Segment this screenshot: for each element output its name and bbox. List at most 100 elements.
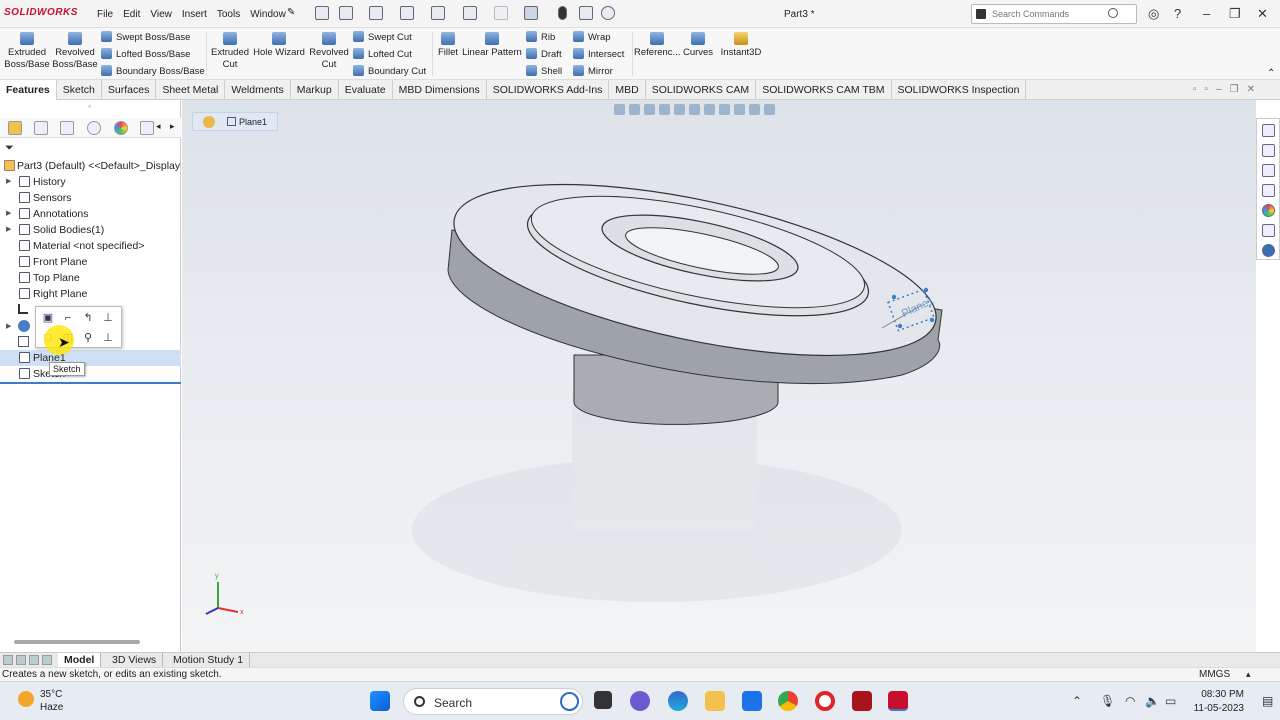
next-tab-icon[interactable] (29, 655, 39, 665)
wrap-button[interactable]: Wrap (573, 31, 611, 43)
rollback-bar[interactable] (0, 382, 181, 384)
tab-markup[interactable]: Markup (291, 80, 339, 100)
search-commands-box[interactable]: Search Commands (971, 4, 1137, 24)
account-icon[interactable]: ◎ (1148, 6, 1159, 22)
hole-wizard-button[interactable]: Hole Wizard (252, 32, 306, 59)
revolve-feature-icon[interactable] (18, 320, 30, 332)
menu-edit[interactable]: Edit (118, 9, 145, 20)
task-view-icon[interactable] (594, 691, 612, 709)
tab-solidworks-cam-tbm[interactable]: SOLIDWORKS CAM TBM (756, 80, 892, 100)
tab-sheet-metal[interactable]: Sheet Metal (156, 80, 226, 100)
swept-cut-button[interactable]: Swept Cut (353, 31, 412, 43)
mirror-button[interactable]: Mirror (573, 65, 613, 77)
lofted-boss-button[interactable]: Lofted Boss/Base (101, 48, 190, 60)
home-icon[interactable] (315, 6, 329, 20)
solidworks-forum-icon[interactable] (1262, 244, 1275, 257)
shell-button[interactable]: Shell (526, 65, 562, 77)
revolved-boss-button[interactable]: Revolved Boss/Base (52, 32, 98, 71)
tree-item-sketch[interactable]: Sketch (0, 366, 181, 382)
teams-chat-icon[interactable] (630, 691, 650, 711)
units-dropdown-icon[interactable]: ▴ (1246, 669, 1251, 680)
print-icon[interactable] (431, 6, 445, 20)
restore-icon[interactable]: ❐ (1229, 6, 1241, 22)
tree-item-plane1[interactable]: Plane1 (0, 350, 181, 366)
revolved-cut-button[interactable]: Revolved Cut (308, 32, 350, 71)
tree-horizontal-scrollbar[interactable] (14, 640, 140, 644)
property-manager-tab-icon[interactable] (34, 121, 48, 135)
swept-boss-button[interactable]: Swept Boss/Base (101, 31, 190, 43)
design-library-icon[interactable] (1262, 144, 1275, 157)
expand-arrow-icon[interactable]: ▶ (6, 209, 11, 217)
appearances-icon[interactable] (1262, 204, 1275, 217)
tree-item-right-plane[interactable]: Right Plane (0, 286, 181, 302)
opera-icon[interactable] (815, 691, 835, 711)
undo-icon[interactable] (463, 6, 477, 20)
file-properties-icon[interactable] (579, 6, 593, 20)
extruded-boss-button[interactable]: Extruded Boss/Base (4, 32, 50, 71)
microphone-icon[interactable]: 🎙 (1100, 694, 1115, 708)
first-tab-icon[interactable] (3, 655, 13, 665)
curves-button[interactable]: Curves (682, 32, 714, 59)
dimension-icon[interactable]: ⌐ (61, 311, 75, 325)
menu-window[interactable]: Window (245, 9, 291, 20)
new-document-icon[interactable] (339, 6, 353, 20)
close-icon[interactable]: ✕ (1257, 6, 1268, 22)
menu-view[interactable]: View (145, 9, 177, 20)
boundary-boss-button[interactable]: Boundary Boss/Base (101, 65, 205, 77)
custom-properties-icon[interactable] (1262, 224, 1275, 237)
sketch-feature-icon[interactable] (18, 336, 29, 347)
reference-geometry-button[interactable]: Referenc... (634, 32, 680, 59)
instant3d-button[interactable]: Instant3D (718, 32, 764, 59)
feature-manager-tab-icon[interactable] (8, 121, 22, 135)
tree-item-history[interactable]: ▶ History (0, 174, 181, 190)
view-palette-icon[interactable] (1262, 184, 1275, 197)
file-explorer-taskbar-icon[interactable] (705, 691, 725, 711)
tab-solidworks-inspection[interactable]: SOLIDWORKS Inspection (892, 80, 1027, 100)
expand-arrow-icon[interactable]: ▶ (6, 177, 11, 185)
tab-motion-study-1[interactable]: Motion Study 1 (167, 653, 251, 668)
file-explorer-icon[interactable] (1262, 164, 1275, 177)
tree-item-top-plane[interactable]: Top Plane (0, 270, 181, 286)
autocad-icon[interactable] (852, 691, 872, 711)
plane-normal-icon[interactable]: ⊥ (101, 331, 115, 345)
lofted-cut-button[interactable]: Lofted Cut (353, 48, 412, 60)
edge-browser-icon[interactable] (668, 691, 688, 711)
notifications-icon[interactable]: ▤ (1262, 694, 1273, 708)
unit-system[interactable]: MMGS (1199, 669, 1230, 680)
cam-tab-icon[interactable] (140, 121, 154, 135)
mail-icon[interactable] (742, 691, 762, 711)
tab-weldments[interactable]: Weldments (225, 80, 291, 100)
rebuild-icon[interactable] (558, 6, 567, 20)
display-manager-tab-icon[interactable] (114, 121, 128, 135)
rib-button[interactable]: Rib (526, 31, 555, 43)
bing-icon[interactable] (560, 692, 579, 711)
tree-item-front-plane[interactable]: Front Plane (0, 254, 181, 270)
tab-3d-views[interactable]: 3D Views (106, 653, 164, 668)
tab-solidworks-cam[interactable]: SOLIDWORKS CAM (646, 80, 757, 100)
dimxpert-tab-icon[interactable] (87, 121, 101, 135)
tree-item-annotations[interactable]: ▶ Annotations (0, 206, 181, 222)
prev-tab-icon[interactable] (16, 655, 26, 665)
graphics-area[interactable]: Plane1 Plane1 y x (182, 100, 1256, 652)
search-icon[interactable] (1108, 8, 1118, 18)
tab-surfaces[interactable]: Surfaces (102, 80, 157, 100)
menu-insert[interactable]: Insert (177, 9, 212, 20)
weather-widget[interactable]: 35°C Haze (18, 688, 63, 714)
solidworks-taskbar-icon[interactable] (888, 691, 908, 711)
tree-item-sensors[interactable]: Sensors (0, 190, 181, 206)
tabs-scroll-left-icon[interactable]: ◂ (156, 121, 161, 132)
draft-button[interactable]: Draft (526, 48, 562, 60)
clock[interactable]: 08:30 PM 11-05-2023 (1192, 688, 1244, 716)
tree-item-solid-bodies[interactable]: ▶ Solid Bodies(1) (0, 222, 181, 238)
chrome-icon[interactable] (778, 691, 798, 711)
search-input[interactable]: Search Commands (992, 9, 1069, 19)
minimize-icon[interactable]: – (1203, 6, 1210, 21)
tab-evaluate[interactable]: Evaluate (339, 80, 393, 100)
expand-arrow-icon[interactable]: ▶ (6, 225, 11, 233)
pin-icon[interactable]: ✎ (287, 7, 301, 21)
save-icon[interactable] (400, 6, 414, 20)
show-hidden-icons-icon[interactable]: ⌃ (1072, 694, 1082, 708)
tab-features[interactable]: Features (0, 80, 57, 100)
tab-mbd-dimensions[interactable]: MBD Dimensions (393, 80, 487, 100)
help-icon[interactable]: ? (1174, 6, 1181, 21)
